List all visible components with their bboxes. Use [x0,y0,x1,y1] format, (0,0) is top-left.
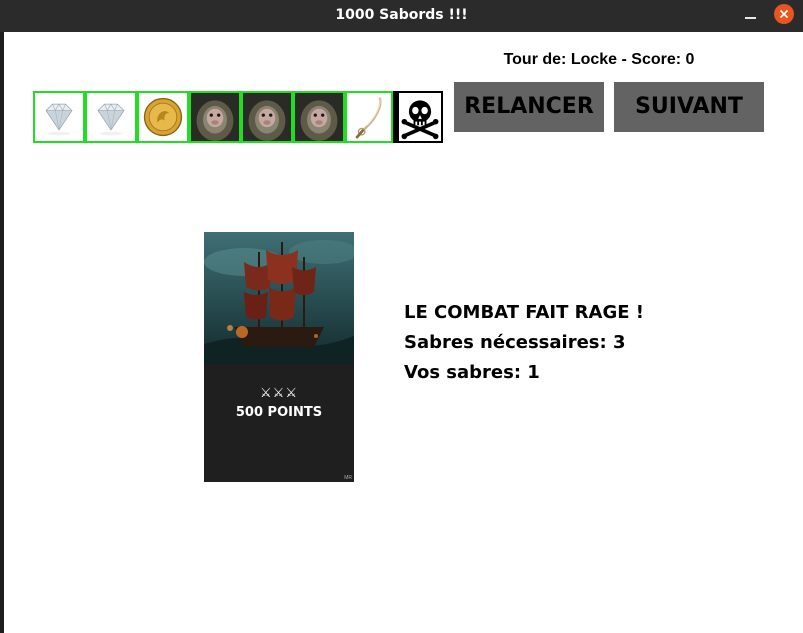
card-swords-label: ⚔⚔⚔ [260,385,298,400]
die-monkey[interactable] [189,91,241,143]
battle-title: LE COMBAT FAIT RAGE ! [404,302,644,323]
close-icon[interactable] [774,4,794,24]
window-title: 1000 Sabords !!! [335,7,468,23]
monkey-icon [191,93,239,141]
app-window: 1000 Sabords !!! Tour de: Locke - Score:… [0,0,803,633]
required-swords-label: Sabres nécessaires: 3 [404,332,626,353]
die-skull[interactable] [393,91,443,143]
die-gold-coin[interactable] [137,91,189,143]
reroll-button[interactable]: RELANCER [454,82,604,132]
die-monkey[interactable] [241,91,293,143]
your-swords-label: Vos sabres: 1 [404,362,540,383]
minimize-icon[interactable] [741,6,761,24]
pirate-ship-icon [204,232,354,364]
die-monkey[interactable] [293,91,345,143]
gold-coin-icon [143,97,183,137]
diamond-icon [45,103,73,136]
monkey-icon [243,93,291,141]
card-corner-mark: MR [344,475,352,481]
fortune-card: ⚔⚔⚔ 500 POINTS MR [204,232,354,482]
monkey-icon [295,93,343,141]
diamond-icon [97,103,125,136]
die-diamond[interactable] [85,91,137,143]
sword-icon [355,97,382,139]
next-button[interactable]: SUIVANT [614,82,764,132]
battle-status: LE COMBAT FAIT RAGE ! Sabres nécessaires… [404,298,644,388]
die-diamond[interactable] [33,91,85,143]
skull-icon [401,100,439,140]
game-area: Tour de: Locke - Score: 0 RELANCER SUIVA… [4,32,803,633]
turn-score-label: Tour de: Locke - Score: 0 [503,51,695,68]
title-bar[interactable]: 1000 Sabords !!! [0,0,803,32]
card-points-label: 500 POINTS [235,405,323,420]
die-sword[interactable] [345,91,393,143]
